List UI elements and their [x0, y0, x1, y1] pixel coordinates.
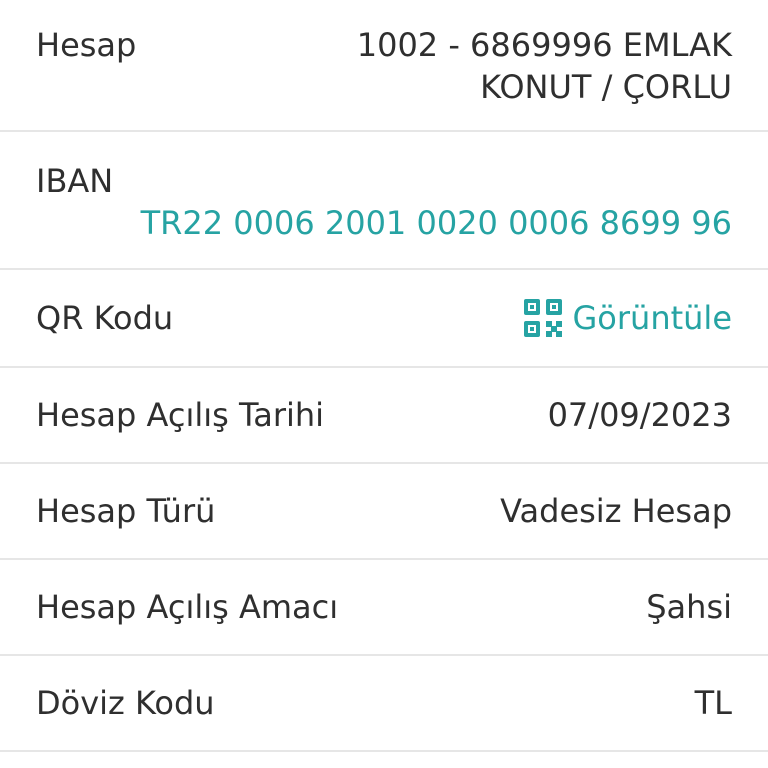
iban-label: IBAN — [36, 162, 114, 200]
account-details-list: Hesap 1002 - 6869996 EMLAK KONUT / ÇORLU… — [0, 0, 768, 768]
account-label: Hesap — [36, 26, 137, 64]
account-type-label: Hesap Türü — [36, 492, 216, 530]
qr-code-icon — [523, 299, 562, 337]
account-value: 1002 - 6869996 EMLAK KONUT / ÇORLU — [312, 24, 732, 108]
qr-label: QR Kodu — [36, 299, 174, 337]
account-type-row: Hesap Türü Vadesiz Hesap — [0, 464, 768, 560]
account-row: Hesap 1002 - 6869996 EMLAK KONUT / ÇORLU — [0, 0, 768, 132]
opening-purpose-label: Hesap Açılış Amacı — [36, 588, 339, 626]
iban-value[interactable]: TR22 0006 2001 0020 0006 8699 96 — [36, 202, 732, 244]
account-type-value: Vadesiz Hesap — [500, 492, 732, 530]
account-value-line1: 1002 - 6869996 EMLAK — [356, 26, 732, 64]
opening-date-value: 07/09/2023 — [547, 396, 732, 434]
currency-value: TL — [694, 684, 732, 722]
qr-view-link[interactable]: Görüntüle — [523, 297, 733, 339]
opening-purpose-value: Şahsi — [646, 588, 732, 626]
qr-row: QR Kodu Görüntüle — [0, 270, 768, 368]
currency-label: Döviz Kodu — [36, 684, 215, 722]
account-value-line2: KONUT / ÇORLU — [480, 68, 732, 106]
opening-date-label: Hesap Açılış Tarihi — [36, 396, 325, 434]
opening-date-row: Hesap Açılış Tarihi 07/09/2023 — [0, 368, 768, 464]
iban-row: IBAN TR22 0006 2001 0020 0006 8699 96 — [0, 132, 768, 270]
currency-row: Döviz Kodu TL — [0, 656, 768, 752]
qr-view-label: Görüntüle — [572, 299, 733, 337]
opening-purpose-row: Hesap Açılış Amacı Şahsi — [0, 560, 768, 656]
